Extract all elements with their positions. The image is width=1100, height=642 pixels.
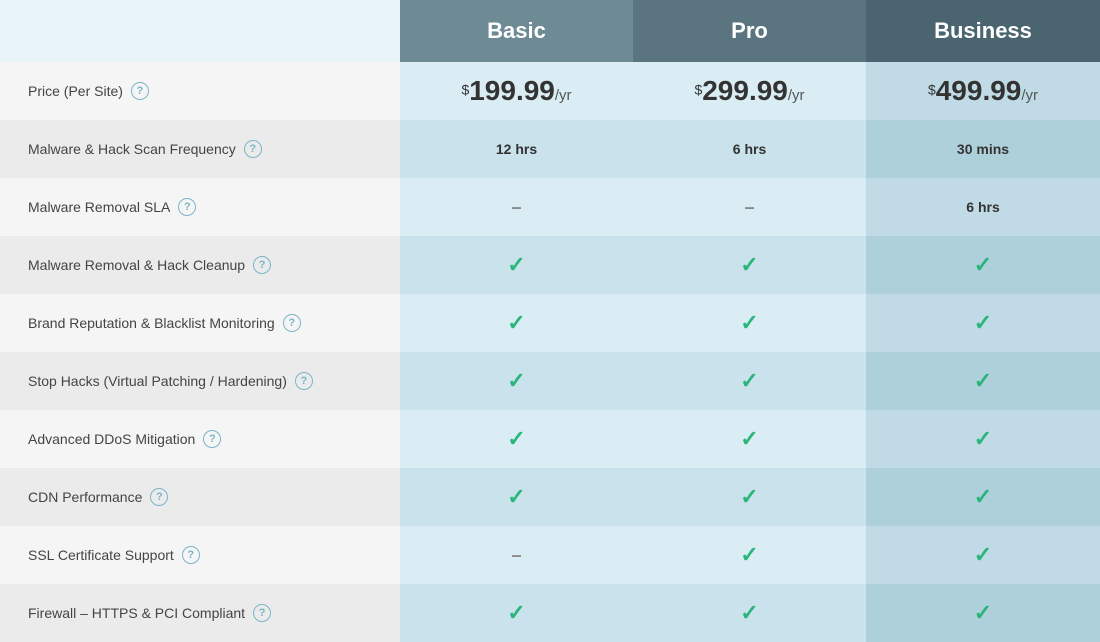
feature-cell: Stop Hacks (Virtual Patching / Hardening… [0, 352, 400, 410]
business-value: ✓ [866, 526, 1100, 584]
pro-value: ✓ [633, 468, 866, 526]
basic-value: ✓ [400, 584, 633, 642]
feature-cell: Advanced DDoS Mitigation ? [0, 410, 400, 468]
info-icon[interactable]: ? [178, 198, 196, 216]
pro-header: Pro [633, 0, 866, 62]
price-display: $199.99/yr [461, 87, 571, 103]
feature-cell: SSL Certificate Support ? [0, 526, 400, 584]
check-mark: ✓ [507, 426, 525, 451]
feature-label: Brand Reputation & Blacklist Monitoring [28, 315, 275, 331]
check-mark: ✓ [507, 600, 525, 625]
business-value: ✓ [866, 410, 1100, 468]
check-mark: ✓ [974, 252, 992, 277]
check-mark: ✓ [507, 252, 525, 277]
basic-value: ✓ [400, 236, 633, 294]
check-mark: ✓ [740, 368, 758, 393]
check-mark: ✓ [740, 542, 758, 567]
feature-header [0, 0, 400, 62]
check-mark: ✓ [974, 368, 992, 393]
price-display: $499.99/yr [928, 87, 1038, 103]
check-mark: ✓ [507, 484, 525, 509]
dash-mark: – [511, 545, 521, 565]
feature-cell: Firewall – HTTPS & PCI Compliant ? [0, 584, 400, 642]
value-text: 12 hrs [496, 141, 537, 157]
info-icon[interactable]: ? [253, 256, 271, 274]
feature-label: Malware & Hack Scan Frequency [28, 141, 236, 157]
business-value: ✓ [866, 584, 1100, 642]
basic-value: 12 hrs [400, 120, 633, 178]
value-text: 30 mins [957, 141, 1009, 157]
info-icon[interactable]: ? [283, 314, 301, 332]
basic-value: ✓ [400, 468, 633, 526]
feature-label: Advanced DDoS Mitigation [28, 431, 195, 447]
info-icon[interactable]: ? [253, 604, 271, 622]
business-value: ✓ [866, 294, 1100, 352]
check-mark: ✓ [740, 310, 758, 335]
business-value: $499.99/yr [866, 62, 1100, 120]
feature-cell: Brand Reputation & Blacklist Monitoring … [0, 294, 400, 352]
basic-value: – [400, 526, 633, 584]
business-value: 6 hrs [866, 178, 1100, 236]
basic-value: – [400, 178, 633, 236]
check-mark: ✓ [974, 600, 992, 625]
check-mark: ✓ [974, 542, 992, 567]
info-icon[interactable]: ? [244, 140, 262, 158]
pro-value: ✓ [633, 352, 866, 410]
check-mark: ✓ [740, 484, 758, 509]
basic-value: ✓ [400, 294, 633, 352]
business-value: ✓ [866, 236, 1100, 294]
pricing-table: Basic Pro Business Price (Per Site) ? $1… [0, 0, 1100, 642]
info-icon[interactable]: ? [150, 488, 168, 506]
check-mark: ✓ [507, 368, 525, 393]
basic-header: Basic [400, 0, 633, 62]
check-mark: ✓ [974, 426, 992, 451]
info-icon[interactable]: ? [131, 82, 149, 100]
check-mark: ✓ [974, 310, 992, 335]
feature-cell: Malware Removal SLA ? [0, 178, 400, 236]
feature-label: Firewall – HTTPS & PCI Compliant [28, 605, 245, 621]
business-value: ✓ [866, 352, 1100, 410]
check-mark: ✓ [507, 310, 525, 335]
check-mark: ✓ [740, 426, 758, 451]
dash-mark: – [744, 197, 754, 217]
check-mark: ✓ [974, 484, 992, 509]
business-header: Business [866, 0, 1100, 62]
feature-label: SSL Certificate Support [28, 547, 174, 563]
business-value: ✓ [866, 468, 1100, 526]
pro-value: ✓ [633, 236, 866, 294]
pro-value: $299.99/yr [633, 62, 866, 120]
pro-value: ✓ [633, 294, 866, 352]
pro-value: 6 hrs [633, 120, 866, 178]
feature-label: CDN Performance [28, 489, 142, 505]
value-text: 6 hrs [966, 199, 999, 215]
value-text: 6 hrs [733, 141, 766, 157]
price-display: $299.99/yr [694, 87, 804, 103]
pro-value: ✓ [633, 410, 866, 468]
feature-label: Stop Hacks (Virtual Patching / Hardening… [28, 373, 287, 389]
basic-value: ✓ [400, 352, 633, 410]
pro-value: ✓ [633, 584, 866, 642]
feature-cell: Malware & Hack Scan Frequency ? [0, 120, 400, 178]
business-value: 30 mins [866, 120, 1100, 178]
info-icon[interactable]: ? [203, 430, 221, 448]
info-icon[interactable]: ? [182, 546, 200, 564]
feature-label: Malware Removal SLA [28, 199, 170, 215]
basic-value: $199.99/yr [400, 62, 633, 120]
basic-value: ✓ [400, 410, 633, 468]
pro-value: ✓ [633, 526, 866, 584]
pro-value: – [633, 178, 866, 236]
feature-cell: Price (Per Site) ? [0, 62, 400, 120]
feature-cell: CDN Performance ? [0, 468, 400, 526]
feature-label: Price (Per Site) [28, 83, 123, 99]
dash-mark: – [511, 197, 521, 217]
check-mark: ✓ [740, 252, 758, 277]
check-mark: ✓ [740, 600, 758, 625]
feature-cell: Malware Removal & Hack Cleanup ? [0, 236, 400, 294]
info-icon[interactable]: ? [295, 372, 313, 390]
feature-label: Malware Removal & Hack Cleanup [28, 257, 245, 273]
